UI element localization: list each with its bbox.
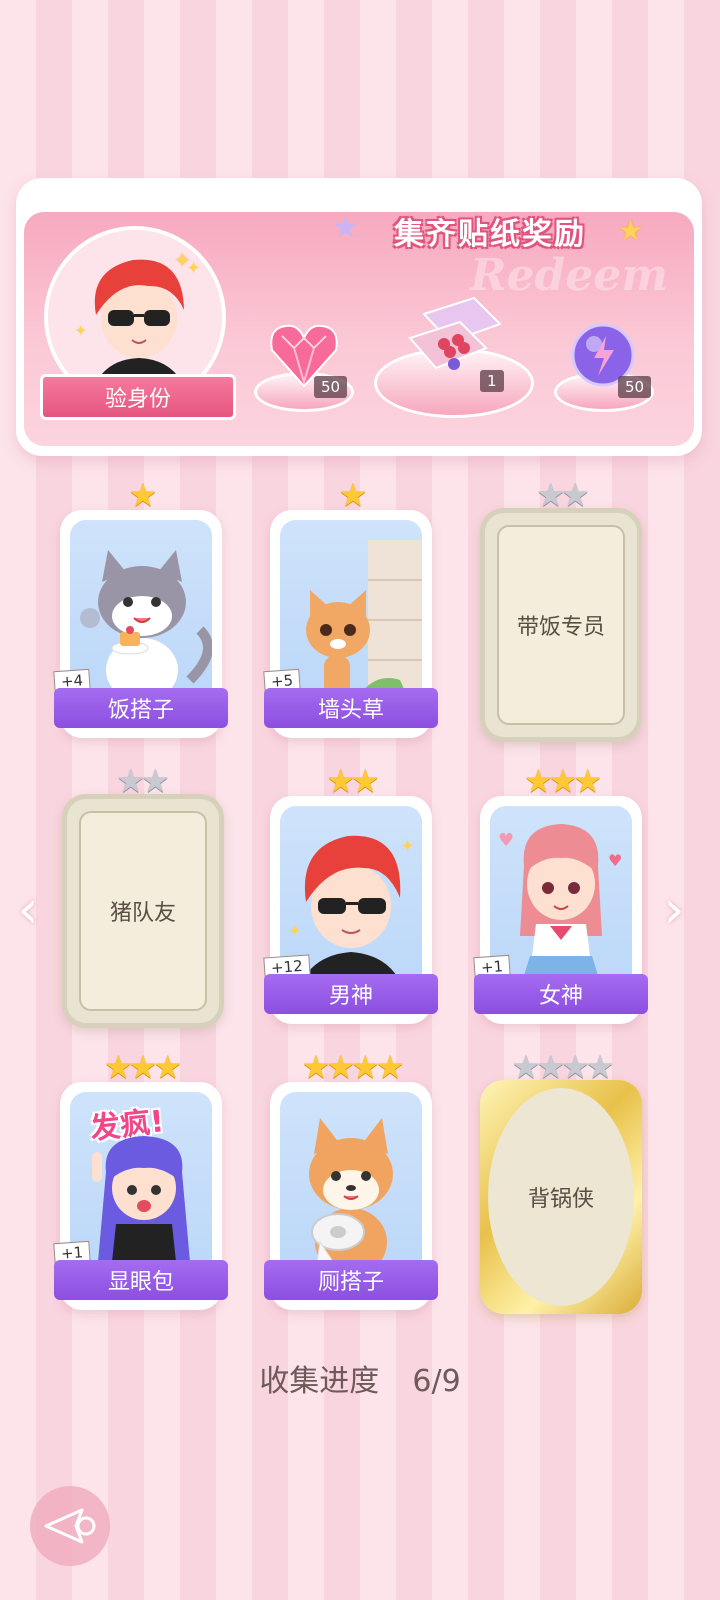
- card-name-text: 带饭专员: [516, 615, 605, 640]
- locked-frame: 带饭专员: [497, 525, 625, 725]
- star-filled-icon: ★: [351, 1048, 380, 1086]
- sticker-card-locked[interactable]: 带饭专员: [480, 508, 642, 742]
- card-name: 显眼包: [54, 1260, 228, 1300]
- card-name-text: 男神: [328, 984, 373, 1009]
- verify-label: 验身份: [104, 387, 171, 412]
- card-name-text: 背锅侠: [527, 1187, 594, 1212]
- star-filled-icon: ★: [351, 762, 380, 800]
- card-name-text: 女神: [538, 984, 583, 1009]
- card-name-text: 墙头草: [317, 698, 384, 723]
- svg-text:♥: ♥: [608, 851, 622, 870]
- reward-count: 50: [314, 376, 348, 398]
- svg-text:✦: ✦: [288, 921, 301, 940]
- sticker-card-nvshen[interactable]: ♥ ♥ +1 女神: [473, 796, 648, 1024]
- card-stars: ★ ★: [60, 764, 222, 798]
- card-name: 女神: [474, 974, 648, 1014]
- sticker-card-cedazi[interactable]: 厕搭子: [264, 1082, 438, 1310]
- card-stars: ★ ★ ★: [60, 1050, 222, 1084]
- sticker-card-xianyanbao[interactable]: 发疯! +1 显眼包: [53, 1082, 228, 1310]
- sticker-card-locked-gold[interactable]: 背锅侠: [480, 1080, 642, 1314]
- star-filled-icon: ★: [548, 762, 578, 800]
- locked-frame: 猪队友: [79, 811, 207, 1011]
- svg-text:♥: ♥: [498, 830, 514, 851]
- card-stars: ★ ★ ★: [480, 764, 642, 798]
- star-empty-icon: ★: [536, 1048, 565, 1086]
- card-name-text: 厕搭子: [317, 1270, 384, 1295]
- star-filled-icon: ★: [128, 476, 158, 514]
- card-name: 厕搭子: [264, 1260, 438, 1300]
- card-stars: ★: [270, 478, 432, 512]
- star-empty-icon: ★: [511, 1048, 541, 1086]
- gold-star-icon: ★: [618, 214, 644, 247]
- sticker-card-locked[interactable]: 猪队友: [62, 794, 224, 1028]
- star-filled-icon: ★: [153, 1048, 182, 1086]
- star-empty-icon: ★: [536, 476, 565, 514]
- star-empty-icon: ★: [561, 1048, 590, 1086]
- star-filled-icon: ★: [523, 762, 553, 800]
- reward-count: 1: [480, 370, 504, 392]
- back-button[interactable]: [30, 1486, 110, 1566]
- star-filled-icon: ★: [103, 1048, 133, 1086]
- card-stars: ★ ★: [270, 764, 432, 798]
- star-filled-icon: ★: [338, 476, 368, 514]
- sparkle-icon: ✦: [174, 248, 191, 272]
- sticker-card-qiangtoucao[interactable]: +5 墙头草: [263, 510, 438, 738]
- card-name-text: 猪队友: [109, 901, 176, 926]
- card-stars: ★: [60, 478, 222, 512]
- star-filled-icon: ★: [326, 762, 355, 800]
- locked-oval: 背锅侠: [488, 1088, 634, 1306]
- star-filled-icon: ★: [128, 1048, 158, 1086]
- star-empty-icon: ★: [141, 762, 170, 800]
- card-stars: ★ ★ ★ ★: [480, 1050, 642, 1084]
- star-filled-icon: ★: [326, 1048, 355, 1086]
- star-filled-icon: ★: [573, 762, 602, 800]
- svg-text:✦: ✦: [74, 321, 87, 340]
- svg-text:✦: ✦: [400, 836, 415, 857]
- card-name: 饭搭子: [54, 688, 228, 728]
- collection-progress: 收集进度 6/9: [0, 1356, 720, 1400]
- star-filled-icon: ★: [301, 1048, 331, 1086]
- verify-identity-button[interactable]: 验身份: [40, 374, 236, 420]
- star-filled-icon: ★: [375, 1048, 405, 1086]
- prev-page-arrow-icon[interactable]: ‹: [8, 880, 48, 940]
- back-arrow-icon: [44, 1508, 96, 1544]
- title-text: 集齐贴纸奖励: [394, 217, 586, 252]
- purple-star-icon: ★: [332, 210, 359, 245]
- star-empty-icon: ★: [585, 1048, 615, 1086]
- gift-box-icon[interactable]: [404, 294, 504, 378]
- star-empty-icon: ★: [116, 762, 145, 800]
- progress-label: 收集进度: [259, 1364, 380, 1399]
- card-name-text: 显眼包: [107, 1270, 174, 1295]
- next-page-arrow-icon[interactable]: ›: [654, 880, 694, 940]
- card-name: 墙头草: [264, 688, 438, 728]
- reward-title: 集齐贴纸奖励: [350, 205, 630, 257]
- card-stars: ★ ★ ★ ★: [270, 1050, 432, 1084]
- reward-count: 50: [618, 376, 652, 398]
- sticker-card-nanshen[interactable]: ✦ ✦ +12 男神: [263, 796, 438, 1024]
- card-name-text: 饭搭子: [107, 698, 174, 723]
- sticker-card-fandazi[interactable]: +4 饭搭子: [53, 510, 228, 738]
- card-stars: ★ ★: [480, 478, 642, 512]
- progress-value: 6/9: [412, 1364, 461, 1399]
- card-name: 男神: [264, 974, 438, 1014]
- star-empty-icon: ★: [561, 476, 590, 514]
